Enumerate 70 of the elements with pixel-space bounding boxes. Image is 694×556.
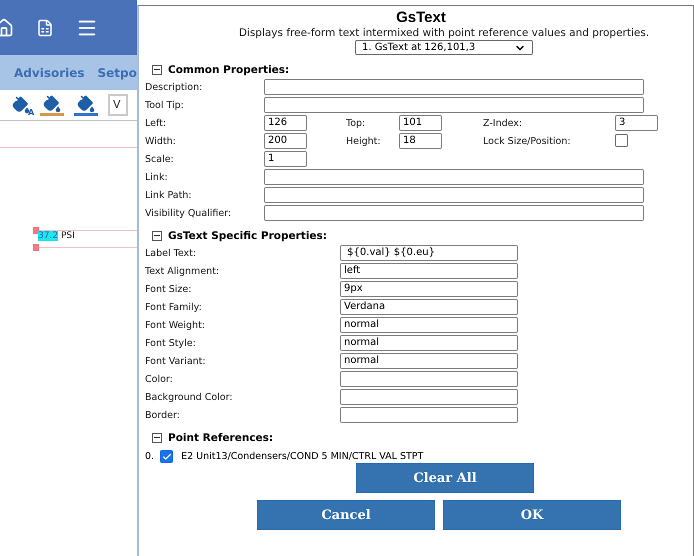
input-field[interactable]: 3: [615, 115, 658, 131]
field-label: Description:: [145, 82, 204, 92]
field-label: Label Text:: [145, 248, 198, 258]
field-label: Z-Index:: [483, 118, 524, 128]
input-field[interactable]: normal: [340, 335, 518, 351]
resize-handle[interactable]: [33, 244, 39, 251]
point-path: E2 Unit13/Condensers/COND 5 MIN/CTRL VAL STPT: [181, 450, 424, 462]
input-field[interactable]: [264, 97, 644, 113]
checkbox[interactable]: [160, 450, 174, 463]
field-label: Visibility Qualifier:: [145, 208, 232, 218]
input-field[interactable]: 18: [399, 133, 442, 149]
point-index: 0.: [145, 450, 154, 462]
field-label: Scale:: [145, 154, 175, 164]
dialog-button[interactable]: OK: [443, 500, 621, 530]
input-field[interactable]: [340, 389, 518, 405]
collapse-icon[interactable]: [152, 433, 162, 443]
input-field[interactable]: [264, 169, 644, 185]
input-field[interactable]: ${0.val} ${0.eu}: [340, 245, 518, 261]
field-label: Font Variant:: [145, 356, 207, 366]
document-icon[interactable]: [36, 18, 54, 36]
collapse-icon[interactable]: [152, 65, 162, 75]
input-field[interactable]: 9px: [340, 281, 518, 297]
field-label: Font Size:: [145, 284, 192, 294]
field-label: Top:: [346, 118, 366, 128]
field-label: Link:: [145, 172, 169, 182]
input-field[interactable]: [264, 187, 644, 203]
field-label: Font Style:: [145, 338, 197, 348]
input-field[interactable]: normal: [340, 317, 518, 333]
input-field[interactable]: [264, 205, 644, 221]
input-field[interactable]: V: [108, 94, 128, 116]
checkbox[interactable]: [615, 134, 628, 147]
dialog-button[interactable]: Cancel: [257, 500, 435, 530]
input-field[interactable]: Verdana: [340, 299, 518, 315]
field-label: Color:: [145, 374, 174, 384]
home-icon[interactable]: [0, 18, 14, 38]
field-label: Border:: [145, 410, 181, 420]
paint-bucket-icon[interactable]: [77, 94, 95, 112]
clear-all-button[interactable]: Clear All: [356, 463, 534, 493]
field-label: Font Family:: [145, 302, 203, 312]
canvas-unit: PSI: [61, 231, 75, 241]
field-label: Background Color:: [145, 392, 234, 402]
section-title: Point References:: [168, 432, 274, 444]
input-field[interactable]: normal: [340, 353, 518, 369]
input-field[interactable]: 101: [399, 115, 442, 131]
field-label: Height:: [346, 136, 382, 146]
paint-bucket-icon[interactable]: [43, 94, 61, 112]
input-field[interactable]: 1: [264, 151, 307, 167]
input-field[interactable]: [340, 407, 518, 423]
input-field[interactable]: 126: [264, 115, 307, 131]
dialog-title: GsText: [395, 9, 447, 26]
field-label: Width:: [145, 136, 177, 146]
paint-bucket-icon[interactable]: [12, 96, 30, 114]
field-label: Left:: [145, 118, 168, 128]
canvas-value: 37.2: [38, 231, 58, 241]
field-label: Font Weight:: [145, 320, 206, 330]
font-color-mark: A: [28, 108, 34, 117]
section-title: GsText Specific Properties:: [168, 230, 327, 242]
input-field[interactable]: [264, 79, 644, 95]
element-select[interactable]: 1. GsText at 126,101,3: [355, 40, 533, 55]
input-field[interactable]: left: [340, 263, 518, 279]
collapse-icon[interactable]: [152, 231, 162, 241]
field-label: Lock Size/Position:: [483, 136, 572, 146]
input-field[interactable]: [340, 371, 518, 387]
resize-handle[interactable]: [33, 227, 39, 234]
field-label: Tool Tip:: [145, 100, 185, 110]
input-field[interactable]: 200: [264, 133, 307, 149]
section-title: Common Properties:: [168, 64, 290, 76]
field-label: Text Alignment:: [145, 266, 220, 276]
field-label: Link Path:: [145, 190, 193, 200]
dialog-description: Displays free-form text intermixed with point reference values and properties.: [238, 27, 650, 39]
